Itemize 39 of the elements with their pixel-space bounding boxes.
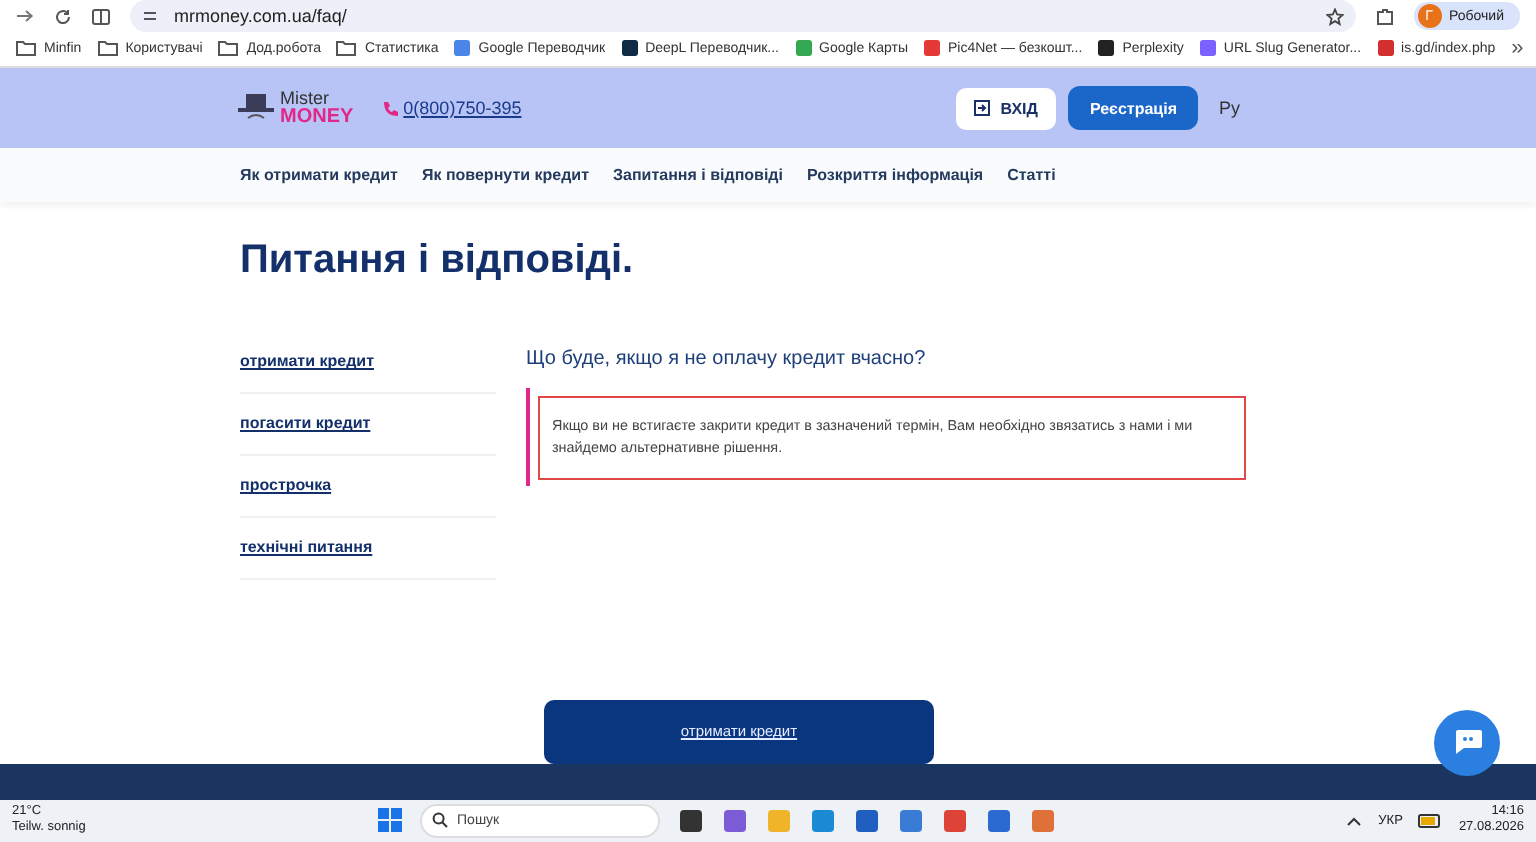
chat-button[interactable] xyxy=(1434,709,1500,776)
chevron-icon[interactable] xyxy=(1346,815,1363,826)
nav-link[interactable]: Розкриття інформація xyxy=(806,165,984,184)
site-icon xyxy=(1377,40,1394,57)
site-icon xyxy=(795,40,812,57)
nav-link[interactable]: Як отримати кредит xyxy=(240,165,398,184)
chat-icon xyxy=(1451,728,1483,757)
url-text: mrmoney.com.ua/faq/ xyxy=(174,6,349,27)
page-title: Питання і відповіді. xyxy=(240,237,636,284)
forward-icon[interactable] xyxy=(16,8,34,25)
site-icon xyxy=(1199,40,1216,57)
register-button[interactable]: Реєстрація xyxy=(1067,86,1199,130)
login-button[interactable]: ВХІД xyxy=(956,87,1056,129)
reload-icon[interactable] xyxy=(54,7,72,26)
category-link[interactable]: прострочка xyxy=(240,455,496,518)
category-link[interactable]: погасити кредит xyxy=(240,393,496,456)
site-icon xyxy=(923,40,940,57)
search-icon xyxy=(431,812,448,829)
category-link[interactable]: технічні питання xyxy=(240,517,496,580)
nav-link[interactable]: Статті xyxy=(1007,165,1056,184)
nav-link[interactable]: Запитання і відповіді xyxy=(613,165,783,184)
logo-text: MONEY xyxy=(280,108,354,126)
battery-icon[interactable] xyxy=(1418,813,1443,828)
language-link[interactable]: Ру xyxy=(1218,98,1240,118)
site-icon xyxy=(621,40,638,57)
phone-icon xyxy=(381,100,398,116)
more-bookmarks[interactable]: » xyxy=(1511,36,1524,61)
site-icon xyxy=(1098,40,1115,57)
site-icon xyxy=(454,40,471,57)
phone-link[interactable]: 0(800)750-395 xyxy=(381,98,522,118)
login-icon xyxy=(974,100,991,116)
star-icon[interactable] xyxy=(1325,7,1344,26)
nav-link[interactable]: Як повернути кредит xyxy=(421,165,590,184)
address-bar[interactable]: mrmoney.com.ua/faq/ xyxy=(130,0,1356,33)
question-text: Що буде, якщо я не оплачу кредит вчасно? xyxy=(526,347,928,370)
windows-icon[interactable] xyxy=(377,808,402,833)
category-link[interactable]: отримати кредит xyxy=(240,331,496,394)
logo-text: Mister xyxy=(280,90,331,108)
sidebar-icon[interactable] xyxy=(92,7,110,26)
